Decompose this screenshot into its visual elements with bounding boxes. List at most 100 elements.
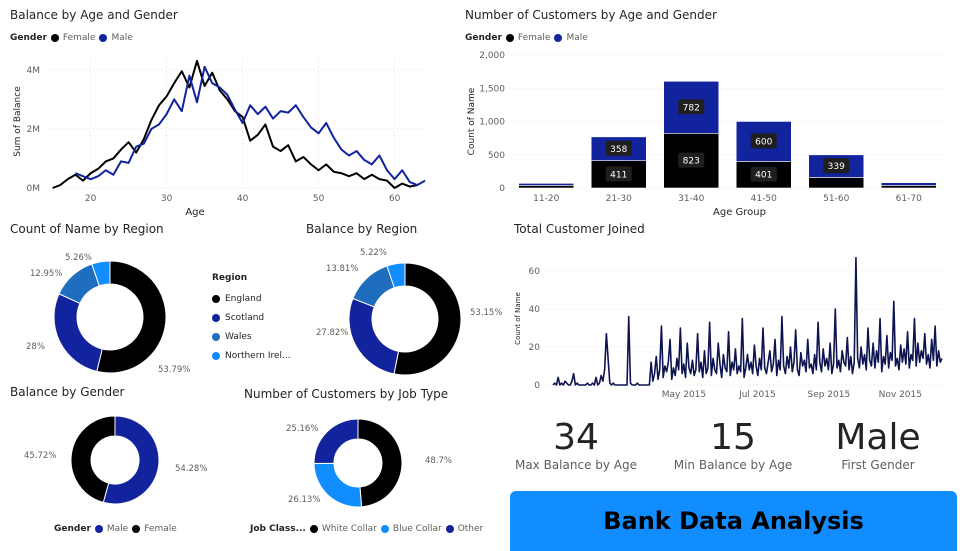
legend-female[interactable]: Female [144,524,177,534]
blue-collar-dot-icon [380,525,389,533]
bar-female-51-60 [808,177,865,189]
slice-value-label: 45.72% [24,451,56,461]
bar-female-11-20 [518,185,575,189]
y-tick-label: 60 [529,267,541,277]
data-label: 823 [683,157,700,167]
chart-title-balance-age-gender: Balance by Age and Gender [10,8,178,22]
kpi-min-balance-age: 15 Min Balance by Age [653,418,813,473]
data-label: 339 [828,162,845,172]
balance-region-donut: 53.15% 27.82% 13.81%5.22% [316,248,502,376]
slice-value-label: 25.16% [286,424,318,434]
legend-label: Scotland [225,312,265,323]
slice-other [313,418,359,464]
x-axis-label: Age [185,207,204,218]
england-dot-icon [212,294,220,303]
y-tick-label: 0M [27,184,41,194]
slice-value-label: 54.28% [175,464,207,474]
y-tick-label: 0 [499,184,505,194]
legend-title: Gender [54,524,91,534]
y-tick-label: 4M [27,66,41,76]
x-tick-label: 60 [389,194,401,204]
slice-value-label: 28% [26,342,45,352]
legend-item-scotland[interactable]: Scotland [212,308,291,327]
legend-male[interactable]: Male [107,524,128,534]
data-label: 401 [755,171,772,181]
chart-title-customers-age-gender: Number of Customers by Age and Gender [465,8,717,22]
kpi-label: Max Balance by Age [514,458,638,472]
legend-gender-balance: Gender Female Male [10,33,133,43]
legend-title: Job Class... [250,524,306,534]
slice-value-label: 53.79% [158,365,190,375]
wales-dot-icon [212,332,220,341]
chart-title-count-region: Count of Name by Region [10,222,164,236]
series-line-male [75,65,426,187]
slice-scotland [53,293,103,373]
legend-label: Northern Irel... [225,350,291,361]
legend-female[interactable]: Female [63,33,96,43]
chart-title-balance-gender: Balance by Gender [10,385,125,399]
legend-male[interactable]: Male [566,33,587,43]
x-tick-label: 11-20 [533,194,559,204]
chart-title-customers-joined: Total Customer Joined [514,222,645,236]
legend-other[interactable]: Other [458,524,484,534]
slice-value-label: 5.22% [360,248,387,258]
chart-title-job-type: Number of Customers by Job Type [244,387,449,401]
scotland-dot-icon [212,313,220,322]
bar-female-61-70 [880,185,937,189]
balance-age-gender-chart: 20 30 40 50 60 0M 2M 4M Age Sum of Balance [13,55,426,218]
white-collar-dot-icon [309,525,318,533]
y-tick-label: 2M [27,125,41,135]
legend-item-northern-ireland[interactable]: Northern Irel... [212,346,291,365]
x-tick-label: 21-30 [606,194,632,204]
legend-item-england[interactable]: England [212,289,291,308]
x-tick-label: May 2015 [662,390,706,400]
customers-age-gender-chart: 0 500 1,000 1,500 2,000 Count of Name Age Grou… [467,51,945,218]
x-tick-label: 30 [161,194,173,204]
legend-male[interactable]: Male [111,33,132,43]
title-banner: Bank Data Analysis [510,491,957,551]
legend-white-collar[interactable]: White Collar [322,524,377,534]
y-tick-label: 1,000 [479,118,505,128]
y-tick-label: 1,500 [479,84,505,94]
slice-value-label: 12.95% [30,269,62,279]
series-line-joined [552,256,943,386]
legend-label: Wales [225,331,252,342]
slice-scotland [348,297,400,375]
x-axis-label: Age Group [713,207,766,218]
y-tick-label: 40 [529,305,541,315]
slice-value-label: 27.82% [316,328,348,338]
male-dot-icon [99,34,108,42]
bar-male-61-70 [880,182,937,186]
slice-value-label: 26.13% [288,495,320,505]
slice-value-label: 5.26% [65,253,92,263]
legend-gender-customers: Gender Female Male [465,33,588,43]
series-line-female [52,59,418,189]
x-tick-label: 40 [237,194,249,204]
region-legend-title: Region [212,273,248,283]
y-tick-label: 500 [488,151,505,161]
legend-gender-balance-donut: Gender Male Female [54,524,177,534]
slice-value-label: 13.81% [326,264,358,274]
customers-joined-chart: 0 20 40 60 Count of Name May 2015 Jul 2015 Sep … [514,256,943,400]
y-tick-label: 2,000 [479,51,505,61]
x-tick-label: Nov 2015 [879,390,922,400]
kpi-label: First Gender [841,458,915,472]
slice-value-label: 48.7% [425,456,452,466]
data-label: 600 [755,137,772,147]
bar-male-11-20 [518,183,575,186]
legend-female[interactable]: Female [518,33,551,43]
northern-ireland-dot-icon [212,351,220,360]
x-tick-label: 61-70 [896,194,922,204]
y-axis-label: Sum of Balance [13,86,23,157]
male-dot-icon [94,525,103,533]
x-tick-label: 31-40 [678,194,704,204]
kpi-value: 34 [553,417,599,458]
y-axis-label: Count of Name [467,87,477,155]
legend-item-wales[interactable]: Wales [212,327,291,346]
legend-title: Gender [465,33,502,43]
other-dot-icon [445,525,454,533]
slice-blue-collar [313,462,363,508]
slice-value-label: 53.15% [470,308,502,318]
kpi-max-balance-age: 34 Max Balance by Age [496,417,656,473]
legend-blue-collar[interactable]: Blue Collar [393,524,442,534]
